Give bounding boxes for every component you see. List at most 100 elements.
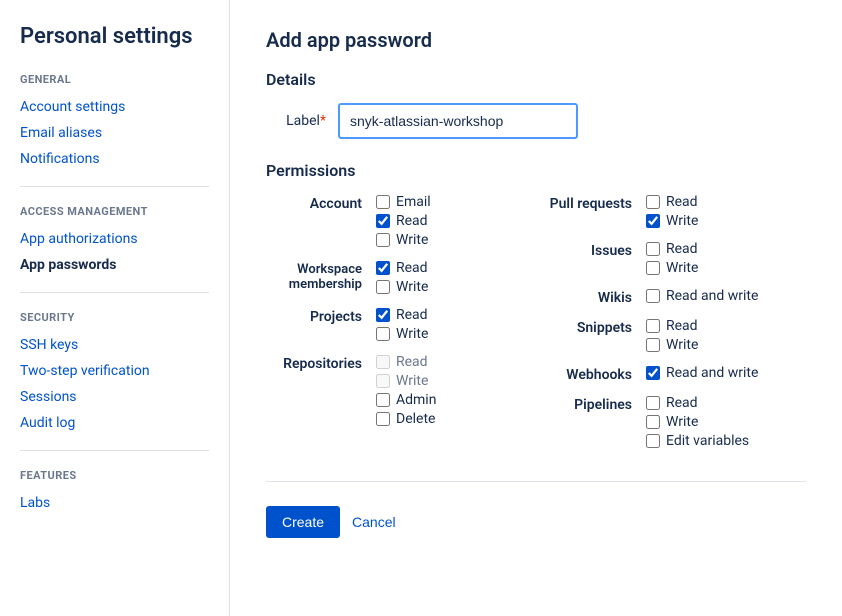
perm-webhooks-block: Webhooks Read and write: [536, 365, 806, 383]
sidebar-item-app-passwords[interactable]: App passwords: [20, 252, 209, 278]
perm-item[interactable]: Write: [646, 414, 749, 430]
perm-snippets-block: Snippets Read Write: [536, 318, 806, 353]
label-field-label: Label*: [266, 113, 326, 129]
perm-item[interactable]: Delete: [376, 411, 436, 427]
perm-item[interactable]: Read: [376, 307, 428, 323]
perm-left-col: Account Email Read Write: [266, 194, 536, 461]
label-field-row: Label*: [266, 103, 806, 139]
checkbox-workspace-read[interactable]: [376, 261, 390, 275]
checkbox-account-email[interactable]: [376, 195, 390, 209]
perm-item[interactable]: Read: [376, 260, 428, 276]
details-section-title: Details: [266, 70, 806, 89]
perm-item[interactable]: Edit variables: [646, 433, 749, 449]
checkbox-pr-read[interactable]: [646, 195, 660, 209]
sidebar-item-account-settings[interactable]: Account settings: [20, 94, 209, 120]
perm-wikis-block: Wikis Read and write: [536, 288, 806, 306]
sidebar-divider-1: [20, 186, 209, 187]
checkbox-wikis-readwrite[interactable]: [646, 289, 660, 303]
checkbox-webhooks-readwrite[interactable]: [646, 366, 660, 380]
checkbox-repos-read[interactable]: [376, 355, 390, 369]
sidebar-item-labs[interactable]: Labs: [20, 490, 209, 516]
sidebar-item-email-aliases[interactable]: Email aliases: [20, 120, 209, 146]
sidebar-item-audit-log[interactable]: Audit log: [20, 410, 209, 436]
checkbox-pr-write[interactable]: [646, 214, 660, 228]
sidebar-item-sessions[interactable]: Sessions: [20, 384, 209, 410]
perm-item[interactable]: Write: [646, 260, 698, 276]
perm-right-col: Pull requests Read Write Issues: [536, 194, 806, 461]
cancel-button[interactable]: Cancel: [352, 506, 396, 538]
perm-item[interactable]: Write: [376, 373, 436, 389]
sidebar-item-ssh-keys[interactable]: SSH keys: [20, 332, 209, 358]
permissions-grid: Account Email Read Write: [266, 194, 806, 461]
perm-item[interactable]: Read and write: [646, 365, 758, 381]
perm-item[interactable]: Write: [376, 326, 428, 342]
main-content: Add app password Details Label* Permissi…: [230, 0, 842, 616]
perm-item[interactable]: Write: [646, 337, 698, 353]
actions-divider: [266, 481, 806, 482]
perm-webhooks-items: Read and write: [646, 365, 758, 381]
perm-item[interactable]: Email: [376, 194, 431, 210]
checkbox-issues-write[interactable]: [646, 261, 660, 275]
perm-issues-items: Read Write: [646, 241, 698, 276]
perm-item[interactable]: Read: [646, 318, 698, 334]
perm-account-items: Email Read Write: [376, 194, 431, 248]
perm-item[interactable]: Write: [376, 279, 428, 295]
perm-workspace-items: Read Write: [376, 260, 428, 295]
perm-snippets-label: Snippets: [536, 318, 646, 336]
perm-webhooks-label: Webhooks: [536, 365, 646, 383]
checkbox-workspace-write[interactable]: [376, 280, 390, 294]
checkbox-pipelines-read[interactable]: [646, 396, 660, 410]
checkbox-projects-write[interactable]: [376, 327, 390, 341]
perm-item[interactable]: Read: [646, 194, 698, 210]
checkbox-account-write[interactable]: [376, 233, 390, 247]
sidebar-item-notifications[interactable]: Notifications: [20, 146, 209, 172]
perm-pipelines-label: Pipelines: [536, 395, 646, 413]
perm-pullrequests-items: Read Write: [646, 194, 698, 229]
general-section-label: GENERAL: [20, 73, 209, 86]
sidebar-divider-3: [20, 450, 209, 451]
main-title: Add app password: [266, 28, 806, 52]
checkbox-repos-admin[interactable]: [376, 393, 390, 407]
checkbox-repos-write[interactable]: [376, 374, 390, 388]
perm-projects-items: Read Write: [376, 307, 428, 342]
permissions-title: Permissions: [266, 161, 806, 180]
checkbox-snippets-write[interactable]: [646, 338, 660, 352]
sidebar-item-two-step[interactable]: Two-step verification: [20, 358, 209, 384]
perm-issues-block: Issues Read Write: [536, 241, 806, 276]
checkbox-issues-read[interactable]: [646, 242, 660, 256]
create-button[interactable]: Create: [266, 506, 340, 538]
perm-item[interactable]: Write: [646, 213, 698, 229]
required-indicator: *: [320, 113, 326, 129]
features-section-label: FEATURES: [20, 469, 209, 482]
checkbox-pipelines-write[interactable]: [646, 415, 660, 429]
perm-item[interactable]: Read: [646, 395, 749, 411]
sidebar-divider-2: [20, 292, 209, 293]
perm-item[interactable]: Read: [376, 213, 431, 229]
access-section-label: ACCESS MANAGEMENT: [20, 205, 209, 218]
perm-repositories-items: Read Write Admin Delete: [376, 354, 436, 427]
label-input[interactable]: [338, 103, 578, 139]
perm-item[interactable]: Read: [646, 241, 698, 257]
perm-account-block: Account Email Read Write: [266, 194, 536, 248]
checkbox-pipelines-editvars[interactable]: [646, 434, 660, 448]
perm-projects-block: Projects Read Write: [266, 307, 536, 342]
checkbox-projects-read[interactable]: [376, 308, 390, 322]
perm-wikis-label: Wikis: [536, 288, 646, 306]
perm-snippets-items: Read Write: [646, 318, 698, 353]
actions-row: Create Cancel: [266, 506, 806, 538]
sidebar: Personal settings GENERAL Account settin…: [0, 0, 230, 616]
page-title: Personal settings: [20, 24, 209, 49]
sidebar-item-app-authorizations[interactable]: App authorizations: [20, 226, 209, 252]
perm-issues-label: Issues: [536, 241, 646, 259]
checkbox-repos-delete[interactable]: [376, 412, 390, 426]
perm-item[interactable]: Admin: [376, 392, 436, 408]
perm-item[interactable]: Write: [376, 232, 431, 248]
security-section-label: SECURITY: [20, 311, 209, 324]
perm-item[interactable]: Read and write: [646, 288, 758, 304]
perm-workspace-label: Workspacemembership: [266, 260, 376, 292]
perm-pullrequests-block: Pull requests Read Write: [536, 194, 806, 229]
perm-item[interactable]: Read: [376, 354, 436, 370]
checkbox-snippets-read[interactable]: [646, 319, 660, 333]
checkbox-account-read[interactable]: [376, 214, 390, 228]
perm-repositories-block: Repositories Read Write Admin Delete: [266, 354, 536, 427]
